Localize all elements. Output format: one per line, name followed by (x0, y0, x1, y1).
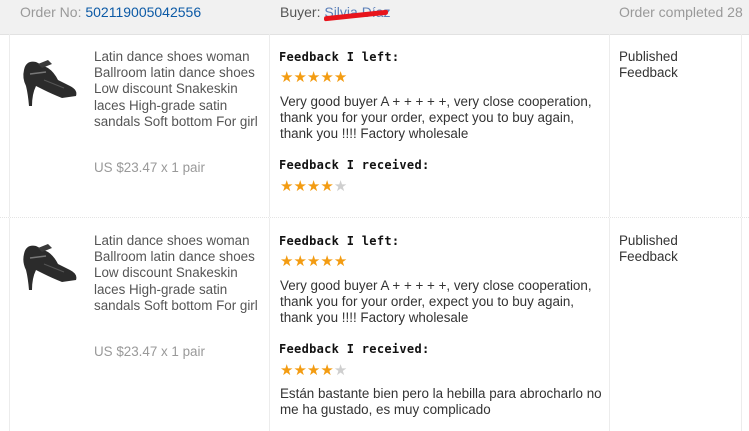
product-title[interactable]: Latin dance shoes woman Ballroom latin d… (94, 49, 264, 130)
order-header: Order No: 502119005042556 Buyer: Silvia … (0, 0, 749, 35)
feedback-left-text: Very good buyer A + + + + +, very close … (280, 278, 592, 325)
star-filled-icon: ★ (320, 362, 334, 379)
feedback-received-rating: ★★★★★ (280, 363, 347, 379)
star-filled-icon: ★ (293, 362, 307, 379)
feedback-received-label: Feedback I received: (279, 342, 430, 356)
star-filled-icon: ★ (320, 253, 334, 270)
star-filled-icon: ★ (293, 253, 307, 270)
order-number-link[interactable]: 502119005042556 (85, 4, 201, 20)
star-filled-icon: ★ (306, 253, 321, 270)
column-divider (609, 218, 610, 431)
star-filled-icon: ★ (306, 178, 321, 195)
feedback-received-text: Están bastante bien pero la hebilla para… (280, 386, 602, 417)
product-image[interactable] (18, 50, 82, 108)
star-filled-icon: ★ (333, 69, 348, 86)
star-filled-icon: ★ (293, 69, 307, 86)
star-filled-icon: ★ (306, 362, 321, 379)
column-divider (9, 218, 10, 431)
buyer-label: Buyer: (280, 4, 321, 20)
column-divider (9, 34, 10, 217)
star-filled-icon: ★ (280, 253, 294, 270)
star-filled-icon: ★ (280, 178, 294, 195)
product-price: US $23.47 x 1 pair (94, 344, 205, 359)
column-divider (741, 218, 742, 431)
product-price: US $23.47 x 1 pair (94, 160, 205, 175)
feedback-left-rating: ★★★★★ (280, 254, 347, 270)
product-title[interactable]: Latin dance shoes woman Ballroom latin d… (94, 233, 264, 314)
feedback-status: Published Feedback (619, 49, 678, 80)
column-divider (269, 218, 270, 431)
star-filled-icon: ★ (320, 69, 334, 86)
star-filled-icon: ★ (280, 69, 294, 86)
feedback-received-label: Feedback I received: (279, 158, 430, 172)
order-status: Order completed 28 (619, 4, 743, 20)
star-filled-icon: ★ (333, 253, 348, 270)
star-filled-icon: ★ (280, 362, 294, 379)
buyer: Buyer: Silvia Díaz (280, 0, 391, 24)
order-item-row: Latin dance shoes woman Ballroom latin d… (0, 218, 749, 431)
buyer-name[interactable]: Silvia Díaz (324, 4, 390, 20)
star-empty-icon: ★ (333, 362, 348, 379)
order-item-row: Latin dance shoes woman Ballroom latin d… (0, 34, 749, 218)
feedback-left-text: Very good buyer A + + + + +, very close … (280, 94, 592, 141)
column-divider (609, 34, 610, 217)
star-filled-icon: ★ (306, 69, 321, 86)
feedback-left-label: Feedback I left: (279, 234, 400, 248)
star-filled-icon: ★ (293, 178, 307, 195)
star-filled-icon: ★ (320, 178, 334, 195)
order-number: Order No: 502119005042556 (20, 0, 201, 24)
column-divider (269, 34, 270, 217)
product-image[interactable] (18, 234, 82, 292)
column-divider (741, 34, 742, 217)
feedback-status: Published Feedback (619, 233, 678, 264)
feedback-received-rating: ★★★★★ (280, 179, 347, 195)
star-empty-icon: ★ (333, 178, 348, 195)
feedback-left-rating: ★★★★★ (280, 70, 347, 86)
feedback-left-label: Feedback I left: (279, 50, 400, 64)
order-label: Order No: (20, 4, 82, 20)
